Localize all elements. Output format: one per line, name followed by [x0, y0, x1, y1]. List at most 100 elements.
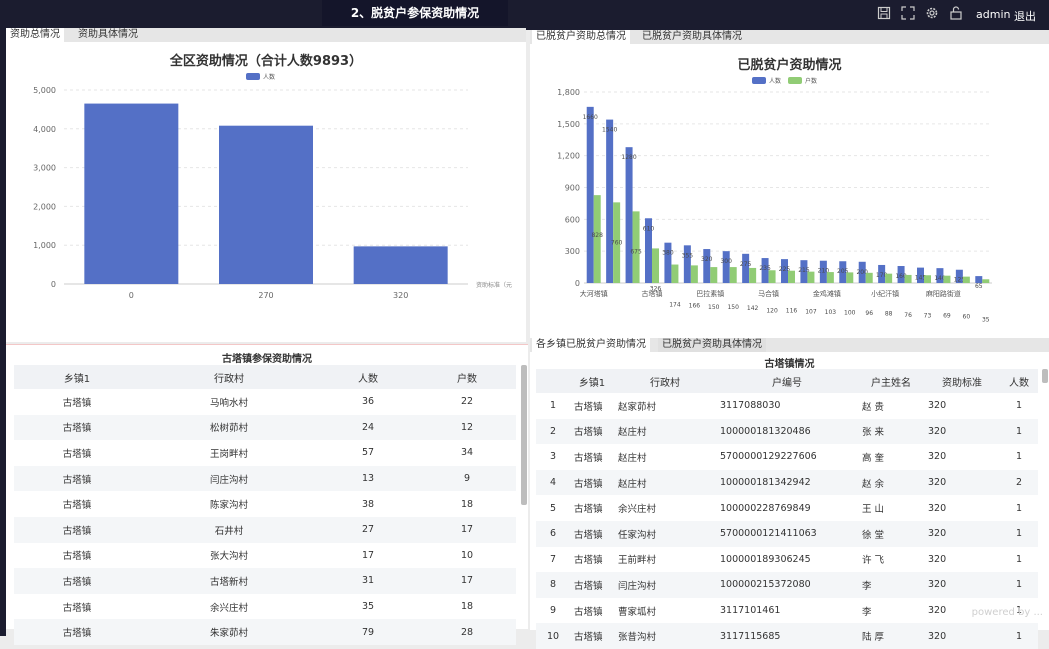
- table-cell: 100000228769849: [720, 502, 811, 514]
- bar[interactable]: [729, 267, 737, 283]
- column-header[interactable]: 乡镇1: [570, 369, 614, 393]
- table-cell: 1: [1015, 502, 1023, 514]
- column-header[interactable]: 户编号: [716, 369, 858, 393]
- y-tick-label: 2,000: [33, 202, 56, 211]
- bar[interactable]: [943, 275, 951, 283]
- table-row[interactable]: 古塔镇 张大沟村 17 10: [14, 543, 516, 569]
- save-icon[interactable]: [877, 6, 891, 20]
- table-row[interactable]: 古塔镇 古塔新村 31 17: [14, 568, 516, 594]
- table-row[interactable]: 1 古塔镇 赵家茆村 3117088030 赵 贵 320 1: [536, 393, 1038, 419]
- data-label: 610: [643, 225, 655, 232]
- bar[interactable]: [846, 272, 854, 283]
- bar[interactable]: [982, 279, 990, 283]
- table-row[interactable]: 4 古塔镇 赵庄村 100000181342942 赵 余 320 2: [536, 469, 1038, 496]
- column-header[interactable]: 行政村: [140, 365, 318, 389]
- column-header[interactable]: 乡镇1: [14, 365, 140, 389]
- table-cell: 王岗畔村: [209, 448, 248, 460]
- table-cell: 100000181342942: [716, 469, 858, 496]
- x-tick-label: 金鸡滩镇: [813, 289, 841, 298]
- bar[interactable]: [924, 275, 931, 283]
- bar[interactable]: [606, 119, 614, 283]
- table-row[interactable]: 古塔镇 陈家沟村 38 18: [14, 491, 516, 517]
- table-row[interactable]: 古塔镇 马响水村 36 22: [14, 389, 516, 415]
- table-row[interactable]: 8 古塔镇 闫庄沟村 100000215372080 李 320 1: [536, 572, 1038, 598]
- table-row[interactable]: 古塔镇 松树茆村 24 12: [14, 414, 516, 441]
- table-row[interactable]: 9 古塔镇 曹家坬村 3117101461 李 320 1: [536, 598, 1038, 624]
- bar[interactable]: [683, 245, 691, 283]
- bar[interactable]: [826, 272, 834, 283]
- column-header[interactable]: 户主姓名: [858, 369, 924, 393]
- bar[interactable]: [788, 270, 795, 283]
- table-row[interactable]: 6 古塔镇 任家沟村 5700000121411063 徐 堂 320 1: [536, 520, 1038, 547]
- bar[interactable]: [865, 272, 873, 283]
- right-table-title: 古塔镇情况: [764, 359, 815, 370]
- bar[interactable]: [652, 248, 659, 283]
- column-header[interactable]: 资助标准: [924, 369, 1000, 393]
- bar[interactable]: [219, 125, 313, 284]
- bar[interactable]: [586, 106, 594, 283]
- table-row[interactable]: 古塔镇 石井村 27 17: [14, 516, 516, 543]
- left-table-wrap: 乡镇1 行政村 人数 户数 古塔镇 马响水村 36 22 古塔镇 松树茆村 24 12 古塔镇 王岗畔村…: [14, 365, 516, 645]
- table-cell: 1: [1000, 572, 1038, 598]
- bar[interactable]: [885, 273, 893, 283]
- data-label: 828: [591, 232, 603, 239]
- bar[interactable]: [807, 271, 815, 283]
- bar[interactable]: [749, 267, 757, 283]
- bar[interactable]: [710, 267, 718, 283]
- table-cell: 李: [862, 606, 872, 618]
- column-header[interactable]: 人数: [318, 365, 418, 389]
- bar[interactable]: [625, 147, 633, 283]
- table-row[interactable]: 5 古塔镇 余兴庄村 100000228769849 王 山 320 1: [536, 495, 1038, 521]
- bar[interactable]: [975, 276, 983, 283]
- table-cell: 6: [536, 520, 570, 547]
- table-row[interactable]: 古塔镇 闫庄沟村 13 9: [14, 465, 516, 492]
- bar[interactable]: [690, 265, 698, 283]
- bar[interactable]: [632, 211, 640, 283]
- tab-household-detail[interactable]: 已脱贫户资助具体情况: [658, 338, 766, 352]
- table-row[interactable]: 10 古塔镇 张昔沟村 3117115685 陆 厚 320 1: [536, 623, 1038, 649]
- bar[interactable]: [703, 249, 711, 283]
- column-header[interactable]: 户数: [418, 365, 516, 389]
- column-header[interactable]: 人数: [1000, 369, 1038, 393]
- table-cell: 闫庄沟村: [614, 572, 716, 598]
- bar[interactable]: [671, 264, 679, 283]
- data-label: 73: [924, 312, 932, 319]
- x-tick-label: 古塔镇: [642, 289, 663, 298]
- page-title: 2、脱贫户参保资助情况: [322, 0, 508, 26]
- bar[interactable]: [768, 270, 776, 283]
- user-name[interactable]: admin: [976, 8, 1010, 21]
- table-cell: 赵庄村: [614, 469, 716, 496]
- left-bar-chart: 0 1,000 2,000 3,000 4,000 5,000 0 270 320 资助标准（元: [33, 86, 512, 300]
- table-cell: 320: [928, 400, 947, 412]
- data-label: 60: [963, 314, 971, 321]
- table-row[interactable]: 7 古塔镇 王前畔村 100000189306245 许 飞 320 1: [536, 547, 1038, 573]
- column-header[interactable]: 行政村: [614, 369, 716, 393]
- table-cell: 38: [361, 498, 375, 510]
- y-tick-label: 300: [565, 247, 580, 256]
- right-chart-panel: 已脱贫户资助总情况 已脱贫户资助具体情况 已脱贫户资助情况 人数 户数 0 300…: [530, 30, 1049, 338]
- unlock-icon[interactable]: [949, 6, 963, 20]
- gear-icon[interactable]: [925, 6, 939, 20]
- logout-button[interactable]: 退出: [1014, 8, 1036, 24]
- column-header[interactable]: [536, 369, 570, 393]
- fullscreen-icon[interactable]: [901, 6, 915, 20]
- bar[interactable]: [904, 274, 912, 283]
- bar[interactable]: [722, 251, 730, 283]
- table-row[interactable]: 2 古塔镇 赵庄村 100000181320486 张 来 320 1: [536, 418, 1038, 445]
- table-row[interactable]: 3 古塔镇 赵庄村 5700000129227606 高 奎 320 1: [536, 444, 1038, 470]
- bar[interactable]: [353, 246, 448, 284]
- tab-town-funding[interactable]: 各乡镇已脱贫户资助情况: [532, 338, 650, 352]
- bar[interactable]: [962, 276, 970, 283]
- table-cell: 陈家沟村: [209, 500, 248, 512]
- table-cell: 余兴庄村: [618, 504, 657, 516]
- bar[interactable]: [742, 253, 750, 283]
- table-row[interactable]: 古塔镇 朱家茆村 79 28: [14, 619, 516, 645]
- right-table-scrollbar[interactable]: [1042, 369, 1048, 383]
- table-row[interactable]: 古塔镇 王岗畔村 57 34: [14, 440, 516, 466]
- bar[interactable]: [84, 103, 179, 284]
- left-table-scrollbar[interactable]: [521, 365, 527, 505]
- table-cell: 古塔镇: [570, 469, 614, 496]
- y-tick-label: 1,800: [557, 88, 580, 97]
- table-row[interactable]: 古塔镇 余兴庄村 35 18: [14, 594, 516, 620]
- table-cell: 古塔镇: [62, 448, 92, 460]
